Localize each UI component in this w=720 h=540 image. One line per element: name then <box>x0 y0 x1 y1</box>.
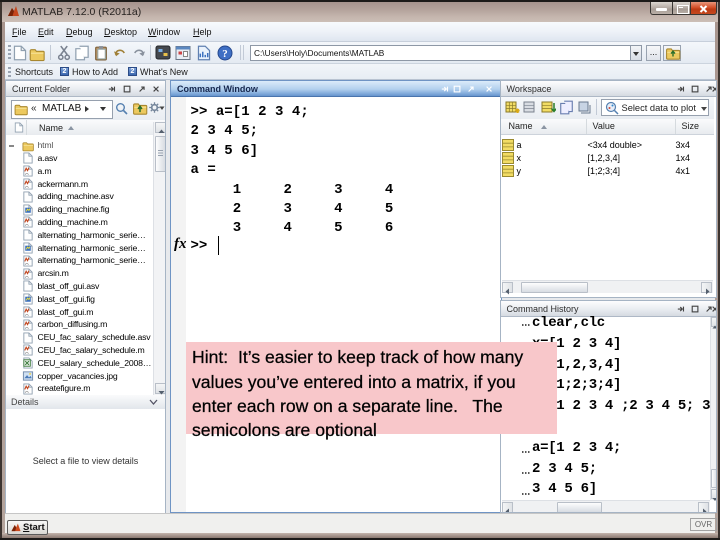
svg-text:?: ? <box>222 48 228 60</box>
